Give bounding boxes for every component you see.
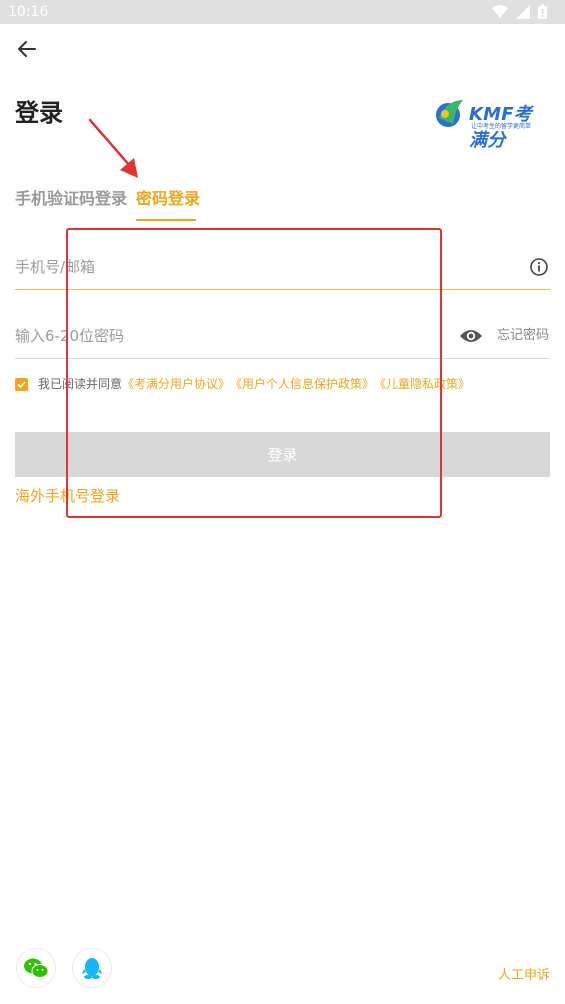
- qq-icon: [82, 958, 102, 979]
- status-time: 10:16: [8, 4, 49, 20]
- annotation-arrow: [88, 118, 138, 178]
- tab-sms-login[interactable]: 手机验证码登录: [15, 186, 127, 212]
- page-title: 登录: [15, 99, 63, 127]
- eye-icon[interactable]: [459, 326, 483, 346]
- agreement-checkbox[interactable]: [15, 377, 28, 391]
- logo-tagline: 让中考生的留学更简单: [471, 123, 532, 130]
- wechat-icon: [24, 958, 49, 978]
- signal-icon: [516, 4, 530, 19]
- status-icons: [492, 4, 547, 19]
- manual-appeal-link[interactable]: 人工申诉: [498, 966, 550, 986]
- tab-password-login[interactable]: 密码登录: [136, 186, 200, 212]
- check-icon: [17, 380, 26, 388]
- logo-mark-icon: [436, 100, 463, 127]
- battery-icon: [538, 4, 547, 19]
- back-button[interactable]: [14, 36, 40, 62]
- info-icon[interactable]: [529, 257, 549, 277]
- forgot-password-link[interactable]: 忘记密码: [497, 326, 549, 346]
- wifi-icon: [492, 4, 508, 18]
- status-bar: 10:16: [0, 0, 565, 24]
- annotation-box: [66, 228, 442, 518]
- active-tab-indicator: [136, 219, 196, 221]
- qq-login-button[interactable]: [72, 948, 112, 988]
- arrow-left-icon: [18, 41, 36, 57]
- wechat-login-button[interactable]: [16, 948, 56, 988]
- kmf-logo: KMF考满分 让中考生的留学更简单: [433, 94, 549, 151]
